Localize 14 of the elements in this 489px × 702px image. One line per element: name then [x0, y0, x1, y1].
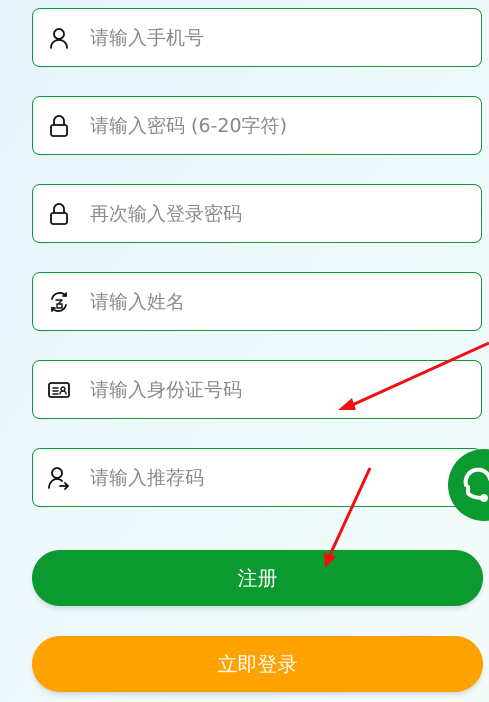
- input-field[interactable]: 请输入姓名: [32, 272, 482, 331]
- lock-icon: [49, 115, 69, 137]
- name-card-icon: [48, 291, 70, 313]
- person-icon: [48, 27, 70, 49]
- input-field[interactable]: 再次输入登录密码: [32, 184, 482, 243]
- register-button[interactable]: 注册: [32, 550, 483, 606]
- login-button[interactable]: 立即登录: [32, 636, 483, 692]
- input-field[interactable]: 请输入身份证号码: [32, 360, 482, 419]
- lock-icon: [49, 203, 69, 225]
- headset-icon: [462, 467, 489, 503]
- input-field[interactable]: 请输入手机号: [32, 8, 482, 67]
- input-field[interactable]: 请输入密码 (6-20字符): [32, 96, 482, 155]
- id-card-icon: [47, 380, 71, 400]
- person-arrow-icon: [47, 466, 71, 490]
